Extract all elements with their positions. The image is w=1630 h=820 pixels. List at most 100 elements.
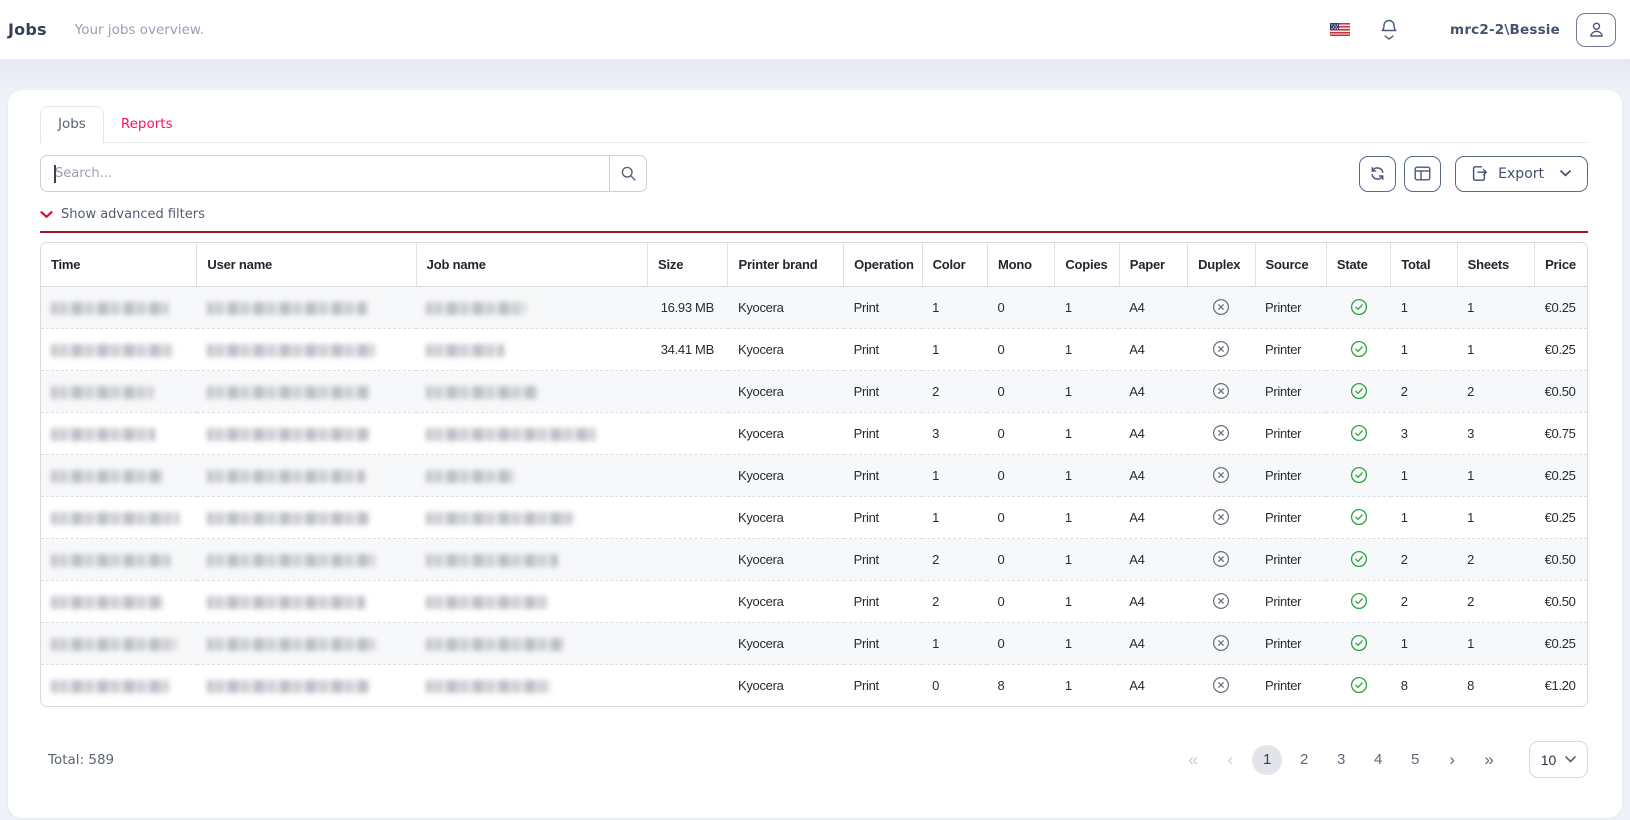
cross-circle-icon bbox=[1212, 592, 1230, 610]
pagination-prev-button[interactable]: ‹ bbox=[1215, 745, 1245, 775]
paper-cell: A4 bbox=[1119, 412, 1187, 454]
time-redacted-text bbox=[51, 428, 155, 441]
sheets-cell: 2 bbox=[1457, 580, 1534, 622]
duplex-cell bbox=[1188, 622, 1255, 664]
column-header-duplex[interactable]: Duplex bbox=[1188, 243, 1255, 286]
pagination: « ‹ 12345 › » 10 bbox=[1178, 741, 1588, 778]
duplex-cell bbox=[1188, 580, 1255, 622]
duplex-cell bbox=[1188, 286, 1255, 328]
column-header-operation[interactable]: Operation bbox=[844, 243, 922, 286]
profile-button[interactable] bbox=[1576, 13, 1616, 47]
time-cell bbox=[41, 370, 197, 412]
column-header-mono[interactable]: Mono bbox=[987, 243, 1054, 286]
search-icon[interactable] bbox=[609, 156, 646, 191]
column-header-paper[interactable]: Paper bbox=[1119, 243, 1187, 286]
page-button-3[interactable]: 3 bbox=[1326, 745, 1356, 775]
table-row[interactable]: 34.41 MBKyoceraPrint101A4 Printer 11€0.2… bbox=[41, 328, 1587, 370]
time-redacted-text bbox=[51, 302, 169, 315]
column-header-state[interactable]: State bbox=[1326, 243, 1390, 286]
table-row[interactable]: KyoceraPrint301A4 Printer 33€0.75 bbox=[41, 412, 1587, 454]
size-cell bbox=[648, 580, 728, 622]
card-footer: Total: 589 « ‹ 12345 › » 10 bbox=[40, 741, 1588, 778]
page-button-5[interactable]: 5 bbox=[1400, 745, 1430, 775]
user-cell bbox=[197, 622, 416, 664]
size-cell bbox=[648, 454, 728, 496]
column-header-source[interactable]: Source bbox=[1255, 243, 1326, 286]
job-cell bbox=[416, 454, 647, 496]
source-cell: Printer bbox=[1255, 454, 1326, 496]
job-cell bbox=[416, 538, 647, 580]
tab-jobs-label: Jobs bbox=[58, 116, 86, 132]
check-circle-icon bbox=[1350, 592, 1368, 610]
pagination-next-button[interactable]: › bbox=[1437, 745, 1467, 775]
user-redacted-text bbox=[207, 596, 365, 609]
source-cell: Printer bbox=[1255, 328, 1326, 370]
column-header-sheets[interactable]: Sheets bbox=[1457, 243, 1534, 286]
page-button-1[interactable]: 1 bbox=[1252, 745, 1282, 775]
price-cell: €0.50 bbox=[1535, 580, 1587, 622]
table-row[interactable]: KyoceraPrint081A4 Printer 88€1.20 bbox=[41, 664, 1587, 706]
job-redacted-text bbox=[426, 638, 564, 651]
column-header-color[interactable]: Color bbox=[922, 243, 987, 286]
search-input[interactable] bbox=[41, 166, 609, 181]
tab-jobs[interactable]: Jobs bbox=[40, 106, 104, 143]
pagination-first-button[interactable]: « bbox=[1178, 745, 1208, 775]
total-cell: 2 bbox=[1391, 538, 1457, 580]
brand-cell: Kyocera bbox=[728, 580, 844, 622]
page-size-select[interactable]: 10 bbox=[1529, 741, 1588, 778]
paper-cell: A4 bbox=[1119, 370, 1187, 412]
language-flag-icon[interactable] bbox=[1330, 23, 1350, 36]
table-row[interactable]: KyoceraPrint101A4 Printer 11€0.25 bbox=[41, 454, 1587, 496]
advanced-filters-toggle[interactable]: Show advanced filters bbox=[40, 207, 205, 222]
column-header-time[interactable]: Time bbox=[41, 243, 197, 286]
operation-cell: Print bbox=[844, 664, 922, 706]
table-row[interactable]: KyoceraPrint201A4 Printer 22€0.50 bbox=[41, 370, 1587, 412]
pagination-last-button[interactable]: » bbox=[1474, 745, 1504, 775]
search-group bbox=[40, 155, 647, 192]
time-redacted-text bbox=[51, 470, 163, 483]
tab-reports[interactable]: Reports bbox=[104, 107, 190, 142]
column-header-copies[interactable]: Copies bbox=[1055, 243, 1119, 286]
price-cell: €0.75 bbox=[1535, 412, 1587, 454]
duplex-cell bbox=[1188, 496, 1255, 538]
cross-circle-icon bbox=[1212, 508, 1230, 526]
brand-cell: Kyocera bbox=[728, 664, 844, 706]
operation-cell: Print bbox=[844, 454, 922, 496]
color-cell: 1 bbox=[922, 286, 987, 328]
table-row[interactable]: KyoceraPrint201A4 Printer 22€0.50 bbox=[41, 580, 1587, 622]
export-icon bbox=[1471, 165, 1488, 182]
column-header-user-name[interactable]: User name bbox=[197, 243, 416, 286]
column-header-job-name[interactable]: Job name bbox=[416, 243, 647, 286]
brand-cell: Kyocera bbox=[728, 538, 844, 580]
page-title: Jobs bbox=[8, 20, 47, 39]
cross-circle-icon bbox=[1212, 424, 1230, 442]
user-redacted-text bbox=[207, 428, 369, 441]
color-cell: 0 bbox=[922, 664, 987, 706]
operation-cell: Print bbox=[844, 370, 922, 412]
page-button-2[interactable]: 2 bbox=[1289, 745, 1319, 775]
source-cell: Printer bbox=[1255, 664, 1326, 706]
sheets-cell: 1 bbox=[1457, 496, 1534, 538]
page-button-4[interactable]: 4 bbox=[1363, 745, 1393, 775]
time-redacted-text bbox=[51, 386, 153, 399]
column-header-total[interactable]: Total bbox=[1391, 243, 1457, 286]
refresh-button[interactable] bbox=[1359, 156, 1396, 192]
table-row[interactable]: KyoceraPrint101A4 Printer 11€0.25 bbox=[41, 622, 1587, 664]
columns-settings-button[interactable] bbox=[1404, 156, 1441, 192]
check-circle-icon bbox=[1350, 550, 1368, 568]
color-cell: 3 bbox=[922, 412, 987, 454]
mono-cell: 0 bbox=[987, 580, 1054, 622]
notifications-bell-icon[interactable] bbox=[1380, 19, 1398, 40]
table-row[interactable]: KyoceraPrint101A4 Printer 11€0.25 bbox=[41, 496, 1587, 538]
state-cell bbox=[1326, 664, 1390, 706]
size-cell bbox=[648, 664, 728, 706]
price-cell: €0.25 bbox=[1535, 496, 1587, 538]
column-header-size[interactable]: Size bbox=[648, 243, 728, 286]
column-header-printer-brand[interactable]: Printer brand bbox=[728, 243, 844, 286]
export-button[interactable]: Export bbox=[1455, 156, 1588, 192]
check-circle-icon bbox=[1350, 508, 1368, 526]
column-header-price[interactable]: Price bbox=[1535, 243, 1587, 286]
cross-circle-icon bbox=[1212, 382, 1230, 400]
table-row[interactable]: 16.93 MBKyoceraPrint101A4 Printer 11€0.2… bbox=[41, 286, 1587, 328]
table-row[interactable]: KyoceraPrint201A4 Printer 22€0.50 bbox=[41, 538, 1587, 580]
